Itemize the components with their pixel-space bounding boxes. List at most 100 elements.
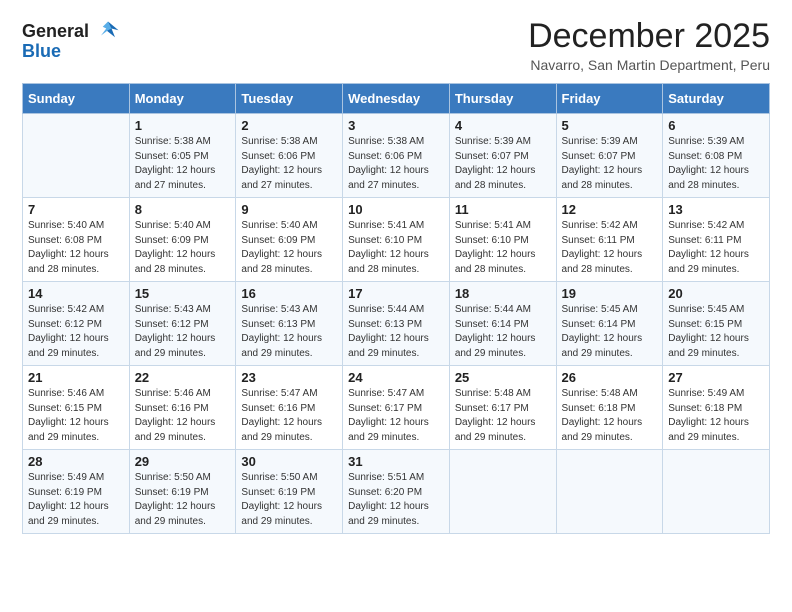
day-number: 30 <box>241 454 337 469</box>
day-number: 31 <box>348 454 444 469</box>
table-row: 24 Sunrise: 5:47 AMSunset: 6:17 PMDayligh… <box>343 366 450 450</box>
day-number: 28 <box>28 454 124 469</box>
title-block: December 2025 Navarro, San Martin Depart… <box>528 18 770 73</box>
header: General Blue December 2025 Navarro, San … <box>22 18 770 73</box>
col-saturday: Saturday <box>663 84 770 114</box>
table-row: 1 Sunrise: 5:38 AMSunset: 6:05 PMDaylight… <box>129 114 236 198</box>
cell-info: Sunrise: 5:39 AMSunset: 6:07 PMDaylight:… <box>562 135 658 193</box>
cell-info: Sunrise: 5:38 AMSunset: 6:06 PMDaylight:… <box>348 135 444 193</box>
cell-info: Sunrise: 5:46 AMSunset: 6:16 PMDaylight:… <box>135 387 231 445</box>
cell-info: Sunrise: 5:43 AMSunset: 6:13 PMDaylight:… <box>241 303 337 361</box>
day-number: 21 <box>28 370 124 385</box>
cell-info: Sunrise: 5:45 AMSunset: 6:14 PMDaylight:… <box>562 303 658 361</box>
day-number: 10 <box>348 202 444 217</box>
cell-info: Sunrise: 5:44 AMSunset: 6:13 PMDaylight:… <box>348 303 444 361</box>
day-number: 8 <box>135 202 231 217</box>
col-wednesday: Wednesday <box>343 84 450 114</box>
day-number: 20 <box>668 286 764 301</box>
cell-info: Sunrise: 5:47 AMSunset: 6:17 PMDaylight:… <box>348 387 444 445</box>
table-row: 18Sunrise: 5:44 AMSunset: 6:14 PMDayligh… <box>449 282 556 366</box>
table-row: 12 Sunrise: 5:42 AMSunset: 6:11 PMDayligh… <box>556 198 663 282</box>
table-row: 17 Sunrise: 5:44 AMSunset: 6:13 PMDayligh… <box>343 282 450 366</box>
cell-info: Sunrise: 5:49 AMSunset: 6:18 PMDaylight:… <box>668 387 764 445</box>
logo-general-text: General <box>22 22 89 42</box>
day-number: 26 <box>562 370 658 385</box>
day-number: 2 <box>241 118 337 133</box>
table-row: 10 Sunrise: 5:41 AMSunset: 6:10 PMDayligh… <box>343 198 450 282</box>
cell-info: Sunrise: 5:45 AMSunset: 6:15 PMDaylight:… <box>668 303 764 361</box>
table-row: 4 Sunrise: 5:39 AMSunset: 6:07 PMDaylight… <box>449 114 556 198</box>
table-row: 3 Sunrise: 5:38 AMSunset: 6:06 PMDaylight… <box>343 114 450 198</box>
cell-info: Sunrise: 5:40 AMSunset: 6:08 PMDaylight:… <box>28 219 124 277</box>
table-row: 9Sunrise: 5:40 AMSunset: 6:09 PMDaylight… <box>236 198 343 282</box>
day-number: 17 <box>348 286 444 301</box>
day-number: 24 <box>348 370 444 385</box>
day-number: 6 <box>668 118 764 133</box>
cell-info: Sunrise: 5:39 AMSunset: 6:07 PMDaylight:… <box>455 135 551 193</box>
table-row: 8 Sunrise: 5:40 AMSunset: 6:09 PMDaylight… <box>129 198 236 282</box>
subtitle: Navarro, San Martin Department, Peru <box>528 57 770 73</box>
cell-info: Sunrise: 5:42 AMSunset: 6:11 PMDaylight:… <box>562 219 658 277</box>
cell-info: Sunrise: 5:40 AMSunset: 6:09 PMDaylight:… <box>135 219 231 277</box>
cell-info: Sunrise: 5:38 AMSunset: 6:05 PMDaylight:… <box>135 135 231 193</box>
cell-info: Sunrise: 5:48 AMSunset: 6:18 PMDaylight:… <box>562 387 658 445</box>
day-number: 16 <box>241 286 337 301</box>
col-monday: Monday <box>129 84 236 114</box>
cell-info: Sunrise: 5:50 AMSunset: 6:19 PMDaylight:… <box>241 471 337 529</box>
table-row: 11 Sunrise: 5:41 AMSunset: 6:10 PMDayligh… <box>449 198 556 282</box>
table-row: 19 Sunrise: 5:45 AMSunset: 6:14 PMDayligh… <box>556 282 663 366</box>
table-row <box>23 114 130 198</box>
cell-info: Sunrise: 5:46 AMSunset: 6:15 PMDaylight:… <box>28 387 124 445</box>
day-number: 23 <box>241 370 337 385</box>
day-number: 29 <box>135 454 231 469</box>
day-number: 22 <box>135 370 231 385</box>
table-row: 7Sunrise: 5:40 AMSunset: 6:08 PMDaylight… <box>23 198 130 282</box>
day-number: 15 <box>135 286 231 301</box>
day-number: 4 <box>455 118 551 133</box>
table-row: 25Sunrise: 5:48 AMSunset: 6:17 PMDayligh… <box>449 366 556 450</box>
table-row: 20 Sunrise: 5:45 AMSunset: 6:15 PMDayligh… <box>663 282 770 366</box>
cell-info: Sunrise: 5:44 AMSunset: 6:14 PMDaylight:… <box>455 303 551 361</box>
day-number: 9 <box>241 202 337 217</box>
day-number: 19 <box>562 286 658 301</box>
table-row <box>663 450 770 534</box>
day-number: 14 <box>28 286 124 301</box>
table-row: 2 Sunrise: 5:38 AMSunset: 6:06 PMDaylight… <box>236 114 343 198</box>
day-number: 13 <box>668 202 764 217</box>
cell-info: Sunrise: 5:39 AMSunset: 6:08 PMDaylight:… <box>668 135 764 193</box>
cell-info: Sunrise: 5:51 AMSunset: 6:20 PMDaylight:… <box>348 471 444 529</box>
table-row: 5 Sunrise: 5:39 AMSunset: 6:07 PMDaylight… <box>556 114 663 198</box>
logo: General Blue <box>22 18 122 62</box>
table-row: 21 Sunrise: 5:46 AMSunset: 6:15 PMDayligh… <box>23 366 130 450</box>
cell-info: Sunrise: 5:49 AMSunset: 6:19 PMDaylight:… <box>28 471 124 529</box>
day-number: 3 <box>348 118 444 133</box>
cell-info: Sunrise: 5:47 AMSunset: 6:16 PMDaylight:… <box>241 387 337 445</box>
table-row: 28 Sunrise: 5:49 AMSunset: 6:19 PMDayligh… <box>23 450 130 534</box>
cell-info: Sunrise: 5:38 AMSunset: 6:06 PMDaylight:… <box>241 135 337 193</box>
table-row: 13Sunrise: 5:42 AMSunset: 6:11 PMDayligh… <box>663 198 770 282</box>
day-number: 1 <box>135 118 231 133</box>
cell-info: Sunrise: 5:41 AMSunset: 6:10 PMDaylight:… <box>455 219 551 277</box>
table-row: 31 Sunrise: 5:51 AMSunset: 6:20 PMDayligh… <box>343 450 450 534</box>
month-title: December 2025 <box>528 18 770 55</box>
calendar-table: Sunday Monday Tuesday Wednesday Thursday… <box>22 83 770 534</box>
day-number: 5 <box>562 118 658 133</box>
cell-info: Sunrise: 5:41 AMSunset: 6:10 PMDaylight:… <box>348 219 444 277</box>
logo-bird-icon <box>94 18 122 46</box>
cell-info: Sunrise: 5:43 AMSunset: 6:12 PMDaylight:… <box>135 303 231 361</box>
day-number: 11 <box>455 202 551 217</box>
table-row: 23 Sunrise: 5:47 AMSunset: 6:16 PMDayligh… <box>236 366 343 450</box>
page: General Blue December 2025 Navarro, San … <box>0 0 792 612</box>
table-row: 22 Sunrise: 5:46 AMSunset: 6:16 PMDayligh… <box>129 366 236 450</box>
cell-info: Sunrise: 5:50 AMSunset: 6:19 PMDaylight:… <box>135 471 231 529</box>
col-thursday: Thursday <box>449 84 556 114</box>
cell-info: Sunrise: 5:42 AMSunset: 6:12 PMDaylight:… <box>28 303 124 361</box>
table-row: 27Sunrise: 5:49 AMSunset: 6:18 PMDayligh… <box>663 366 770 450</box>
table-row: 14 Sunrise: 5:42 AMSunset: 6:12 PMDayligh… <box>23 282 130 366</box>
table-row: 15 Sunrise: 5:43 AMSunset: 6:12 PMDayligh… <box>129 282 236 366</box>
table-row: 6 Sunrise: 5:39 AMSunset: 6:08 PMDaylight… <box>663 114 770 198</box>
cell-info: Sunrise: 5:48 AMSunset: 6:17 PMDaylight:… <box>455 387 551 445</box>
table-row: 30 Sunrise: 5:50 AMSunset: 6:19 PMDayligh… <box>236 450 343 534</box>
day-number: 12 <box>562 202 658 217</box>
table-row: 26 Sunrise: 5:48 AMSunset: 6:18 PMDayligh… <box>556 366 663 450</box>
